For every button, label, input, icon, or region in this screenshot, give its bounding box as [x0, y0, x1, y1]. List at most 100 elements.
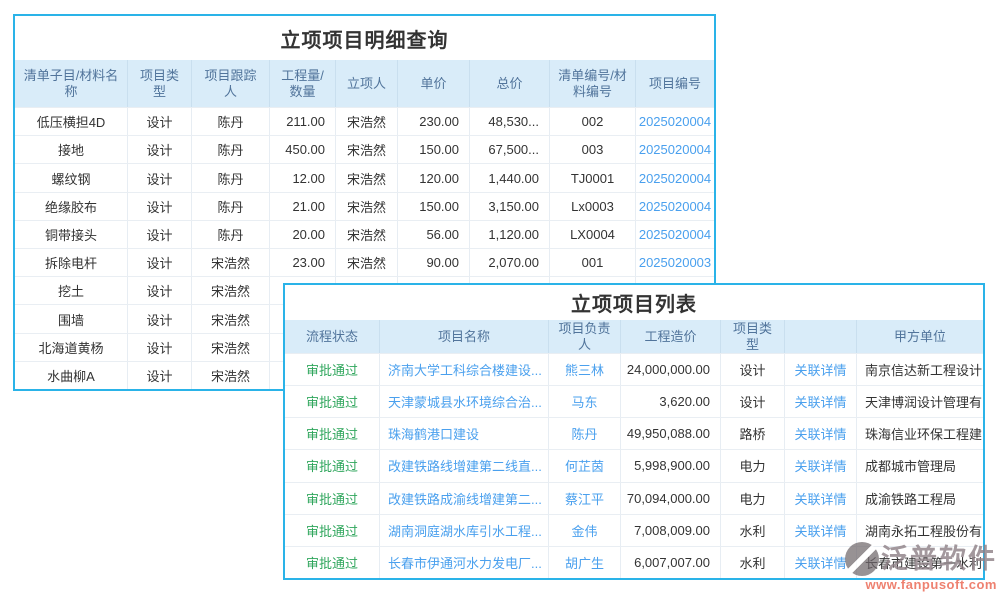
detail-query-title: 立项项目明细查询: [15, 16, 714, 60]
cell-material-name: 铜带接头: [15, 221, 128, 248]
cell-total-price: 2,070.00: [470, 249, 550, 276]
cell-material-code: Lx0003: [550, 193, 636, 220]
cell-project-code-link[interactable]: 2025020004: [636, 221, 714, 248]
watermark-brand: 泛普软件: [881, 546, 997, 573]
cell-material-name: 北海道黄杨: [15, 334, 128, 361]
table-row: 审批通过济南大学工科综合楼建设...熊三林24,000,000.00设计关联详情…: [285, 353, 983, 385]
cell-quantity: 12.00: [270, 164, 336, 191]
cell-leader-link[interactable]: 熊三林: [549, 354, 621, 385]
cell-project-type: 设计: [128, 108, 192, 135]
column-header-unit-price: 单价: [398, 60, 470, 107]
cell-project-name-link[interactable]: 天津蒙城县水环境综合治...: [380, 386, 549, 417]
table-row: 审批通过珠海鹤港口建设陈丹49,950,088.00路桥关联详情珠海信业环保工程…: [285, 417, 983, 449]
cell-leader-link[interactable]: 马东: [549, 386, 621, 417]
cell-project-type: 设计: [721, 386, 785, 417]
list-table-header-row: 流程状态项目名称项目负责人工程造价项目类型甲方单位: [285, 320, 983, 353]
cell-project-code-link[interactable]: 2025020003: [636, 249, 714, 276]
cell-leader-link[interactable]: 陈丹: [549, 418, 621, 449]
cell-tracker: 宋浩然: [192, 334, 270, 361]
cell-total-price: 3,150.00: [470, 193, 550, 220]
cell-initiator: 宋浩然: [336, 221, 398, 248]
cell-project-name-link[interactable]: 湖南洞庭湖水库引水工程...: [380, 515, 549, 546]
cell-material-name: 绝缘胶布: [15, 193, 128, 220]
cell-project-code-link[interactable]: 2025020004: [636, 108, 714, 135]
cell-material-code: 001: [550, 249, 636, 276]
cell-flow-status[interactable]: 审批通过: [285, 386, 380, 417]
cell-project-name-link[interactable]: 长春市伊通河水力发电厂...: [380, 547, 549, 578]
cell-tracker: 陈丹: [192, 164, 270, 191]
cell-project-code-link[interactable]: 2025020004: [636, 193, 714, 220]
cell-total-price: 67,500...: [470, 136, 550, 163]
cell-material-name: 接地: [15, 136, 128, 163]
cell-quantity: 20.00: [270, 221, 336, 248]
cell-detail-link[interactable]: 关联详情: [785, 450, 857, 481]
cell-initiator: 宋浩然: [336, 108, 398, 135]
cell-material-code: LX0004: [550, 221, 636, 248]
column-header-project-cost: 工程造价: [621, 320, 721, 353]
watermark: 泛普软件 www.fanpusoft.com: [845, 542, 997, 592]
cell-project-name-link[interactable]: 改建铁路线增建第二线直...: [380, 450, 549, 481]
cell-leader-link[interactable]: 金伟: [549, 515, 621, 546]
cell-project-type: 设计: [128, 249, 192, 276]
cell-project-type: 设计: [128, 221, 192, 248]
cell-material-name: 围墙: [15, 305, 128, 332]
cell-tracker: 陈丹: [192, 193, 270, 220]
cell-project-code-link[interactable]: 2025020004: [636, 164, 714, 191]
cell-project-cost: 3,620.00: [621, 386, 721, 417]
cell-detail-link[interactable]: 关联详情: [785, 386, 857, 417]
cell-leader-link[interactable]: 何芷茵: [549, 450, 621, 481]
cell-detail-link[interactable]: 关联详情: [785, 483, 857, 514]
cell-project-type: 水利: [721, 515, 785, 546]
detail-table-header-row: 清单子目/材料名称项目类型项目跟踪人工程量/数量立项人单价总价清单编号/材料编号…: [15, 60, 714, 107]
cell-detail-link[interactable]: 关联详情: [785, 418, 857, 449]
table-row: 铜带接头设计陈丹20.00宋浩然56.001,120.00LX000420250…: [15, 220, 714, 248]
cell-flow-status[interactable]: 审批通过: [285, 547, 380, 578]
column-header-initiator: 立项人: [336, 60, 398, 107]
table-row: 审批通过改建铁路成渝线增建第二...蔡江平70,094,000.00电力关联详情…: [285, 482, 983, 514]
cell-material-code: TJ0001: [550, 164, 636, 191]
cell-project-code-link[interactable]: 2025020004: [636, 136, 714, 163]
cell-project-type: 电力: [721, 450, 785, 481]
cell-leader-link[interactable]: 胡广生: [549, 547, 621, 578]
project-list-window: 立项项目列表 流程状态项目名称项目负责人工程造价项目类型甲方单位 审批通过济南大…: [283, 283, 985, 580]
column-header-tracker: 项目跟踪人: [192, 60, 270, 107]
table-row: 低压横担4D设计陈丹211.00宋浩然230.0048,530...002202…: [15, 107, 714, 135]
cell-unit-price: 150.00: [398, 193, 470, 220]
cell-initiator: 宋浩然: [336, 164, 398, 191]
cell-project-name-link[interactable]: 济南大学工科综合楼建设...: [380, 354, 549, 385]
cell-tracker: 宋浩然: [192, 277, 270, 304]
cell-project-name-link[interactable]: 改建铁路成渝线增建第二...: [380, 483, 549, 514]
cell-flow-status[interactable]: 审批通过: [285, 515, 380, 546]
cell-tracker: 宋浩然: [192, 362, 270, 389]
cell-party-a-unit: 成都城市管理局: [857, 450, 983, 481]
cell-party-a-unit: 天津博润设计管理有...: [857, 386, 983, 417]
cell-total-price: 48,530...: [470, 108, 550, 135]
cell-tracker: 陈丹: [192, 221, 270, 248]
cell-unit-price: 120.00: [398, 164, 470, 191]
cell-quantity: 450.00: [270, 136, 336, 163]
cell-total-price: 1,440.00: [470, 164, 550, 191]
cell-party-a-unit: 南京信达新工程设计院: [857, 354, 983, 385]
cell-flow-status[interactable]: 审批通过: [285, 418, 380, 449]
column-header-detail-link: [785, 320, 857, 353]
cell-material-name: 螺纹钢: [15, 164, 128, 191]
cell-leader-link[interactable]: 蔡江平: [549, 483, 621, 514]
cell-quantity: 23.00: [270, 249, 336, 276]
cell-flow-status[interactable]: 审批通过: [285, 354, 380, 385]
column-header-project-type: 项目类型: [721, 320, 785, 353]
cell-flow-status[interactable]: 审批通过: [285, 483, 380, 514]
cell-project-cost: 49,950,088.00: [621, 418, 721, 449]
column-header-project-type: 项目类型: [128, 60, 192, 107]
cell-initiator: 宋浩然: [336, 249, 398, 276]
cell-material-name: 挖土: [15, 277, 128, 304]
cell-project-cost: 70,094,000.00: [621, 483, 721, 514]
cell-project-type: 设计: [128, 277, 192, 304]
cell-material-name: 低压横担4D: [15, 108, 128, 135]
cell-unit-price: 56.00: [398, 221, 470, 248]
table-row: 接地设计陈丹450.00宋浩然150.0067,500...0032025020…: [15, 135, 714, 163]
cell-flow-status[interactable]: 审批通过: [285, 450, 380, 481]
cell-material-code: 002: [550, 108, 636, 135]
cell-project-type: 设计: [128, 362, 192, 389]
cell-project-name-link[interactable]: 珠海鹤港口建设: [380, 418, 549, 449]
cell-detail-link[interactable]: 关联详情: [785, 354, 857, 385]
